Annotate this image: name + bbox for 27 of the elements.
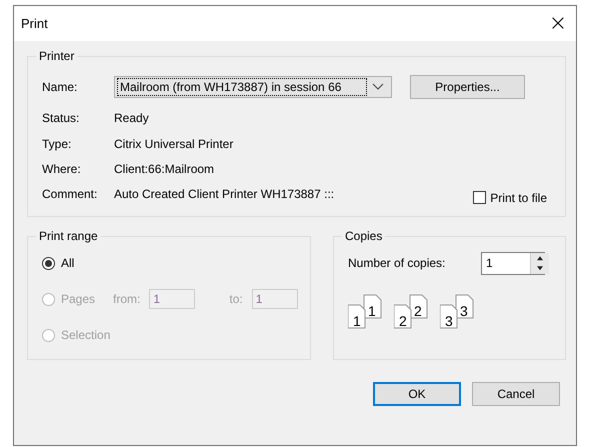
properties-button[interactable]: Properties...: [410, 75, 525, 99]
info-label: Status:: [42, 111, 80, 125]
radio-label: All: [61, 256, 74, 270]
group-title: Printer: [38, 49, 76, 63]
info-label: Where:: [42, 162, 82, 176]
radio-button[interactable]: [42, 256, 55, 270]
group-title: Copies: [344, 229, 384, 243]
ok-button[interactable]: OK: [373, 382, 461, 406]
field-label: Name:: [42, 80, 78, 94]
info-label: Type:: [42, 136, 72, 150]
checkbox-label: Print to file: [490, 190, 547, 204]
print-to-file-checkbox[interactable]: [473, 191, 486, 204]
printer-dropdown[interactable]: Mailroom (from WH173887) in session 66: [114, 76, 392, 98]
info-value: Ready: [114, 111, 149, 125]
radio-label: Pages: [61, 292, 96, 306]
info-label: Comment:: [42, 186, 98, 200]
from-label: from:: [113, 292, 140, 306]
window-title: Print: [21, 16, 48, 31]
cancel-button[interactable]: Cancel: [472, 382, 560, 406]
info-value: Citrix Universal Printer: [114, 136, 234, 150]
info-value: Auto Created Client Printer WH173887 :::: [114, 186, 334, 200]
group-title: Print range: [38, 229, 99, 243]
close-button[interactable]: ×: [546, 12, 570, 34]
info-value: Client:66:Mailroom: [114, 162, 214, 176]
copies-label: Number of copies:: [348, 256, 446, 270]
radio-label: Selection: [61, 328, 110, 342]
to-label: to:: [229, 292, 243, 306]
